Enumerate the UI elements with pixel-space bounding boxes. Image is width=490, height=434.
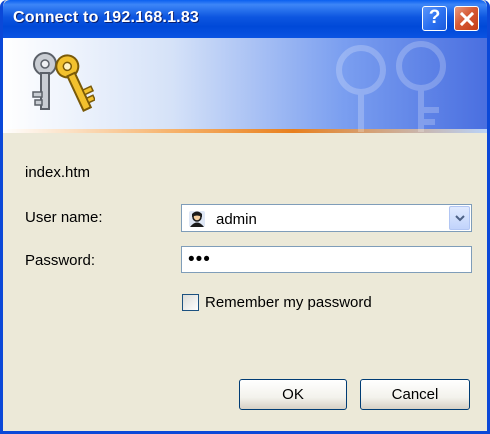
username-label: User name: — [25, 209, 103, 226]
login-dialog: Connect to 192.168.1.83 ? index.htm User… — [0, 0, 490, 434]
user-icon — [189, 211, 205, 227]
username-dropdown-button[interactable] — [449, 206, 470, 230]
username-value: admin — [216, 211, 257, 228]
keys-icon — [32, 52, 95, 112]
username-combobox[interactable]: admin — [181, 204, 472, 232]
password-mask: ••• — [188, 249, 211, 270]
password-field[interactable]: ••• — [181, 246, 472, 273]
password-label: Password: — [25, 252, 96, 269]
remember-password-label[interactable]: Remember my password — [205, 294, 372, 311]
ok-button[interactable]: OK — [239, 379, 347, 410]
help-button[interactable]: ? — [422, 6, 447, 31]
resource-label: index.htm — [25, 164, 91, 181]
window-title: Connect to 192.168.1.83 — [13, 9, 200, 26]
remember-password-checkbox[interactable] — [182, 294, 199, 311]
close-icon — [460, 12, 474, 26]
help-icon: ? — [428, 7, 441, 28]
title-bar[interactable]: Connect to 192.168.1.83 ? — [3, 0, 487, 38]
watermark-keys-icon — [336, 41, 446, 132]
cancel-button[interactable]: Cancel — [360, 379, 470, 410]
close-button[interactable] — [454, 6, 479, 31]
chevron-down-icon — [455, 215, 465, 222]
